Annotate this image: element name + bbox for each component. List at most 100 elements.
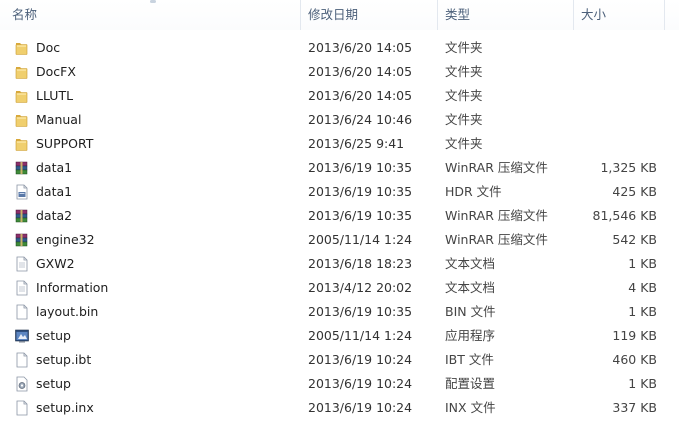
blank-file-icon bbox=[14, 304, 31, 320]
file-name: setup bbox=[36, 328, 71, 343]
file-size: 4 KB bbox=[628, 280, 657, 295]
file-row[interactable]: setup.inx 2013/6/19 10:24 INX 文件 337 KB bbox=[0, 396, 679, 420]
column-header-name[interactable]: 名称 bbox=[12, 0, 37, 30]
blank-file-icon bbox=[14, 400, 31, 416]
file-modified-date: 2013/6/20 14:05 bbox=[308, 40, 413, 55]
file-type: 配置设置 bbox=[445, 376, 496, 391]
file-modified-date: 2013/6/19 10:35 bbox=[308, 304, 413, 319]
file-name: Manual bbox=[36, 112, 82, 127]
file-modified-date: 2013/6/19 10:24 bbox=[308, 352, 413, 367]
file-name: SUPPORT bbox=[36, 136, 94, 151]
file-row[interactable]: setup.ibt 2013/6/19 10:24 IBT 文件 460 KB bbox=[0, 348, 679, 372]
file-name: data1 bbox=[36, 160, 73, 175]
column-header-modified[interactable]: 修改日期 bbox=[308, 0, 358, 30]
file-name: layout.bin bbox=[36, 304, 99, 319]
folder-icon bbox=[14, 88, 31, 104]
file-name: data2 bbox=[36, 208, 73, 223]
file-name: GXW2 bbox=[36, 256, 75, 271]
file-row[interactable]: setup 2005/11/14 1:24 应用程序 119 KB bbox=[0, 324, 679, 348]
text-document-icon bbox=[14, 256, 31, 272]
file-type: HDR 文件 bbox=[445, 184, 502, 199]
file-type: 应用程序 bbox=[445, 328, 496, 343]
column-header-type[interactable]: 类型 bbox=[445, 0, 470, 30]
file-size: 119 KB bbox=[612, 328, 657, 343]
file-name: setup.ibt bbox=[36, 352, 92, 367]
file-modified-date: 2013/6/20 14:05 bbox=[308, 64, 413, 79]
file-type: 文件夹 bbox=[445, 40, 483, 55]
file-row[interactable]: GXW2 2013/6/18 18:23 文本文档 1 KB bbox=[0, 252, 679, 276]
winrar-archive-icon bbox=[14, 208, 31, 224]
config-settings-icon bbox=[14, 376, 31, 392]
file-type: WinRAR 压缩文件 bbox=[445, 208, 548, 223]
folder-icon bbox=[14, 40, 31, 56]
file-name: engine32 bbox=[36, 232, 95, 247]
text-document-icon bbox=[14, 280, 31, 296]
file-type: BIN 文件 bbox=[445, 304, 496, 319]
winrar-archive-icon bbox=[14, 160, 31, 176]
file-name: DocFX bbox=[36, 64, 76, 79]
file-row[interactable]: data1 2013/6/19 10:35 WinRAR 压缩文件 1,325 KB bbox=[0, 156, 679, 180]
file-modified-date: 2013/6/20 14:05 bbox=[308, 88, 413, 103]
file-type: 文本文档 bbox=[445, 280, 496, 295]
file-name: setup.inx bbox=[36, 400, 94, 415]
file-name: LLUTL bbox=[36, 88, 74, 103]
file-type: 文件夹 bbox=[445, 112, 483, 127]
column-header-size[interactable]: 大小 bbox=[581, 0, 606, 30]
folder-icon bbox=[14, 136, 31, 152]
column-divider[interactable] bbox=[573, 0, 574, 30]
file-size: 542 KB bbox=[612, 232, 657, 247]
file-row[interactable]: DocFX 2013/6/20 14:05 文件夹 bbox=[0, 60, 679, 84]
file-row[interactable]: engine32 2005/11/14 1:24 WinRAR 压缩文件 542 KB bbox=[0, 228, 679, 252]
file-size: 1 KB bbox=[628, 376, 657, 391]
file-type: WinRAR 压缩文件 bbox=[445, 160, 548, 175]
file-name: Information bbox=[36, 280, 109, 295]
file-row[interactable]: Information 2013/4/12 20:02 文本文档 4 KB bbox=[0, 276, 679, 300]
winrar-archive-icon bbox=[14, 232, 31, 248]
file-row[interactable]: setup 2013/6/19 10:24 配置设置 1 KB bbox=[0, 372, 679, 396]
folder-icon bbox=[14, 112, 31, 128]
file-modified-date: 2013/6/19 10:24 bbox=[308, 376, 413, 391]
file-modified-date: 2013/6/19 10:24 bbox=[308, 400, 413, 415]
file-row[interactable]: LLUTL 2013/6/20 14:05 文件夹 bbox=[0, 84, 679, 108]
file-row[interactable]: data1 2013/6/19 10:35 HDR 文件 425 KB bbox=[0, 180, 679, 204]
file-name: Doc bbox=[36, 40, 61, 55]
file-modified-date: 2013/6/19 10:35 bbox=[308, 160, 413, 175]
file-type: 文本文档 bbox=[445, 256, 496, 271]
file-modified-date: 2013/6/19 10:35 bbox=[308, 208, 413, 223]
file-type: INX 文件 bbox=[445, 400, 496, 415]
file-name: setup bbox=[36, 376, 71, 391]
folder-icon bbox=[14, 64, 31, 80]
column-divider[interactable] bbox=[664, 0, 665, 30]
file-size: 425 KB bbox=[612, 184, 657, 199]
file-row[interactable]: Doc 2013/6/20 14:05 文件夹 bbox=[0, 36, 679, 60]
file-modified-date: 2013/6/24 10:46 bbox=[308, 112, 413, 127]
file-modified-date: 2013/6/18 18:23 bbox=[308, 256, 413, 271]
file-row[interactable]: data2 2013/6/19 10:35 WinRAR 压缩文件 81,546 KB bbox=[0, 204, 679, 228]
file-row[interactable]: layout.bin 2013/6/19 10:35 BIN 文件 1 KB bbox=[0, 300, 679, 324]
file-size: 1,325 KB bbox=[600, 160, 657, 175]
file-type: 文件夹 bbox=[445, 64, 483, 79]
file-row[interactable]: SUPPORT 2013/6/25 9:41 文件夹 bbox=[0, 132, 679, 156]
file-type: IBT 文件 bbox=[445, 352, 494, 367]
column-divider[interactable] bbox=[437, 0, 438, 30]
blank-file-icon bbox=[14, 352, 31, 368]
file-type: 文件夹 bbox=[445, 88, 483, 103]
file-modified-date: 2005/11/14 1:24 bbox=[308, 328, 413, 343]
sort-indicator bbox=[150, 0, 156, 3]
file-size: 1 KB bbox=[628, 304, 657, 319]
hdr-file-icon bbox=[14, 184, 31, 200]
column-divider[interactable] bbox=[300, 0, 301, 30]
file-modified-date: 2013/6/25 9:41 bbox=[308, 136, 405, 151]
file-size: 81,546 KB bbox=[592, 208, 657, 223]
setup-application-icon bbox=[14, 328, 31, 344]
file-row[interactable]: Manual 2013/6/24 10:46 文件夹 bbox=[0, 108, 679, 132]
file-modified-date: 2013/6/19 10:35 bbox=[308, 184, 413, 199]
file-type: WinRAR 压缩文件 bbox=[445, 232, 548, 247]
file-size: 337 KB bbox=[612, 400, 657, 415]
file-type: 文件夹 bbox=[445, 136, 483, 151]
file-modified-date: 2005/11/14 1:24 bbox=[308, 232, 413, 247]
file-name: data1 bbox=[36, 184, 73, 199]
file-modified-date: 2013/4/12 20:02 bbox=[308, 280, 413, 295]
column-header-bar: 名称 修改日期 类型 大小 bbox=[0, 0, 679, 30]
file-size: 1 KB bbox=[628, 256, 657, 271]
